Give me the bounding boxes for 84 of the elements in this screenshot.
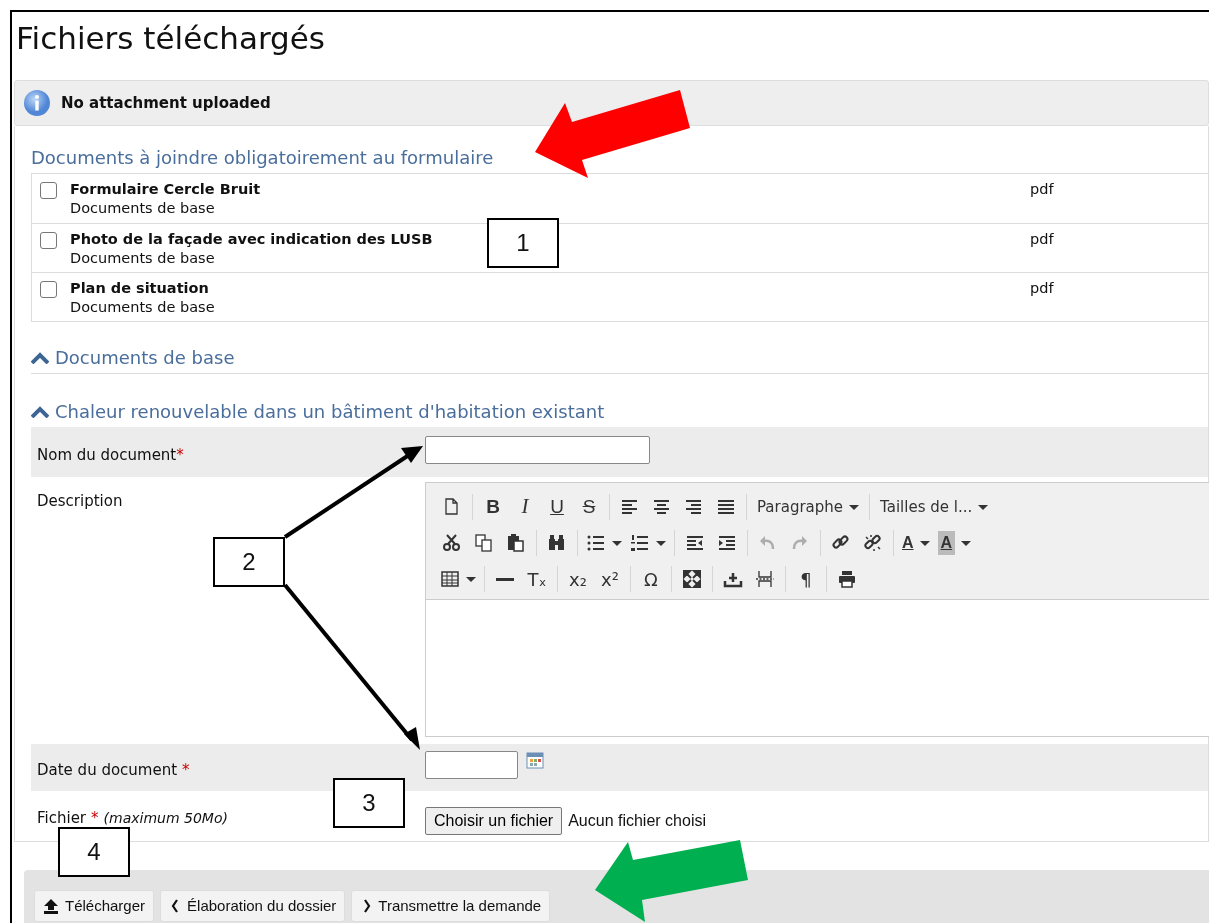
document-category: Documents de base: [70, 298, 215, 317]
field-label: Description: [37, 492, 123, 510]
format-dropdown[interactable]: Tailles de l...: [874, 494, 995, 520]
scissors-icon: [442, 533, 462, 553]
toolbar-glyph: B: [486, 494, 500, 519]
indent-icon: [717, 533, 737, 553]
dropdown-label: Paragraphe: [757, 496, 844, 518]
outdent-icon: [685, 533, 705, 553]
group-heading[interactable]: Chaleur renouvelable dans un bâtiment d'habitation existant: [31, 398, 1208, 427]
file-type: pdf: [1030, 180, 1055, 199]
document-name: Plan de situation: [70, 279, 210, 298]
toolbar-button[interactable]: U: [541, 494, 573, 520]
toolbar-button[interactable]: ¶: [790, 566, 822, 592]
page-title: Fichiers téléchargés: [15, 19, 327, 58]
horizontal-line-icon: [496, 577, 514, 581]
footer-button[interactable]: Transmettre la demande: [351, 890, 551, 922]
paste-icon: [506, 533, 526, 553]
page-break-icon: [755, 569, 775, 589]
file-type: pdf: [1030, 279, 1055, 298]
file-status: Aucun fichier choisi: [568, 811, 706, 831]
document-category: Documents de base: [70, 199, 216, 218]
checkbox[interactable]: [40, 281, 57, 298]
justify-icon: [716, 497, 736, 517]
print-icon: [837, 569, 857, 589]
document-category: Documents de base: [70, 249, 216, 268]
toolbar-glyph: A: [937, 531, 956, 555]
caret-icon: [849, 504, 860, 510]
callout-label: 2: [213, 537, 285, 587]
field-label: Date du document *: [37, 761, 190, 779]
file-type: pdf: [1030, 230, 1055, 249]
toolbar-glyph: x²: [601, 567, 619, 592]
footer-button[interactable]: Élaboration du dossier: [160, 890, 346, 922]
checkbox[interactable]: [40, 232, 57, 249]
document-name: Formulaire Cercle Bruit: [70, 180, 261, 199]
toolbar-glyph: U: [550, 494, 564, 519]
toolbar-glyph: x₂: [569, 567, 587, 592]
text-input[interactable]: [425, 436, 650, 464]
numbered-list-icon: [630, 533, 650, 553]
callout-label: 1: [487, 218, 559, 268]
group-title: Documents de base: [55, 346, 235, 370]
callout-label: 3: [333, 778, 405, 828]
toolbar-button[interactable]: x²: [594, 566, 626, 592]
toolbar-glyph: Ω: [644, 567, 658, 592]
section-heading: Documents à joindre obligatoirement au formulaire: [31, 146, 495, 170]
bullet-list-icon: [586, 533, 606, 553]
calendar-icon[interactable]: [526, 751, 544, 769]
field-hint: (maximum 50Mo): [103, 810, 228, 826]
toolbar-button[interactable]: I: [509, 494, 541, 520]
align-left-icon: [620, 497, 640, 517]
callout-label: 4: [58, 827, 130, 877]
date-input[interactable]: [425, 751, 518, 779]
field-label: Nom du document*: [37, 446, 184, 464]
toolbar-glyph: ¶: [800, 567, 812, 592]
toolbar-glyph: A: [902, 533, 914, 553]
toolbar-button[interactable]: A: [898, 530, 934, 556]
checkbox[interactable]: [40, 182, 57, 199]
toolbar-glyph: Tₓ: [527, 567, 547, 592]
caret-icon: [978, 504, 989, 510]
toolbar-button[interactable]: B: [477, 494, 509, 520]
table-icon: [440, 569, 460, 589]
toolbar-button[interactable]: A: [933, 530, 976, 556]
footer-button[interactable]: Télécharger: [34, 890, 155, 922]
field-label: Fichier *: [37, 809, 99, 827]
toolbar-button[interactable]: S: [573, 494, 605, 520]
align-center-icon: [652, 497, 672, 517]
format-dropdown[interactable]: Paragraphe: [751, 494, 866, 520]
toolbar-button[interactable]: x₂: [562, 566, 594, 592]
notice-text: No attachment uploaded: [61, 92, 271, 114]
fullscreen-icon: [682, 569, 702, 589]
align-right-icon: [684, 497, 704, 517]
toolbar-button[interactable]: Ω: [635, 566, 667, 592]
toolbar-button[interactable]: Tₓ: [521, 566, 553, 592]
dropdown-label: Tailles de l...: [880, 496, 973, 518]
binoculars-icon: [547, 533, 567, 553]
copy-icon: [474, 533, 494, 553]
group-title: Chaleur renouvelable dans un bâtiment d'habitation existant: [55, 400, 605, 424]
info-icon: [23, 89, 51, 117]
document-name: Photo de la façade avec indication des LUSB: [70, 230, 433, 249]
toolbar-glyph: S: [582, 494, 596, 519]
unlink-icon: [863, 533, 883, 553]
choose-file-button[interactable]: Choisir un fichier: [425, 807, 563, 835]
toolbar-glyph: I: [521, 493, 529, 521]
group-heading[interactable]: Documents de base: [31, 344, 1208, 374]
upload-icon: [43, 898, 59, 914]
